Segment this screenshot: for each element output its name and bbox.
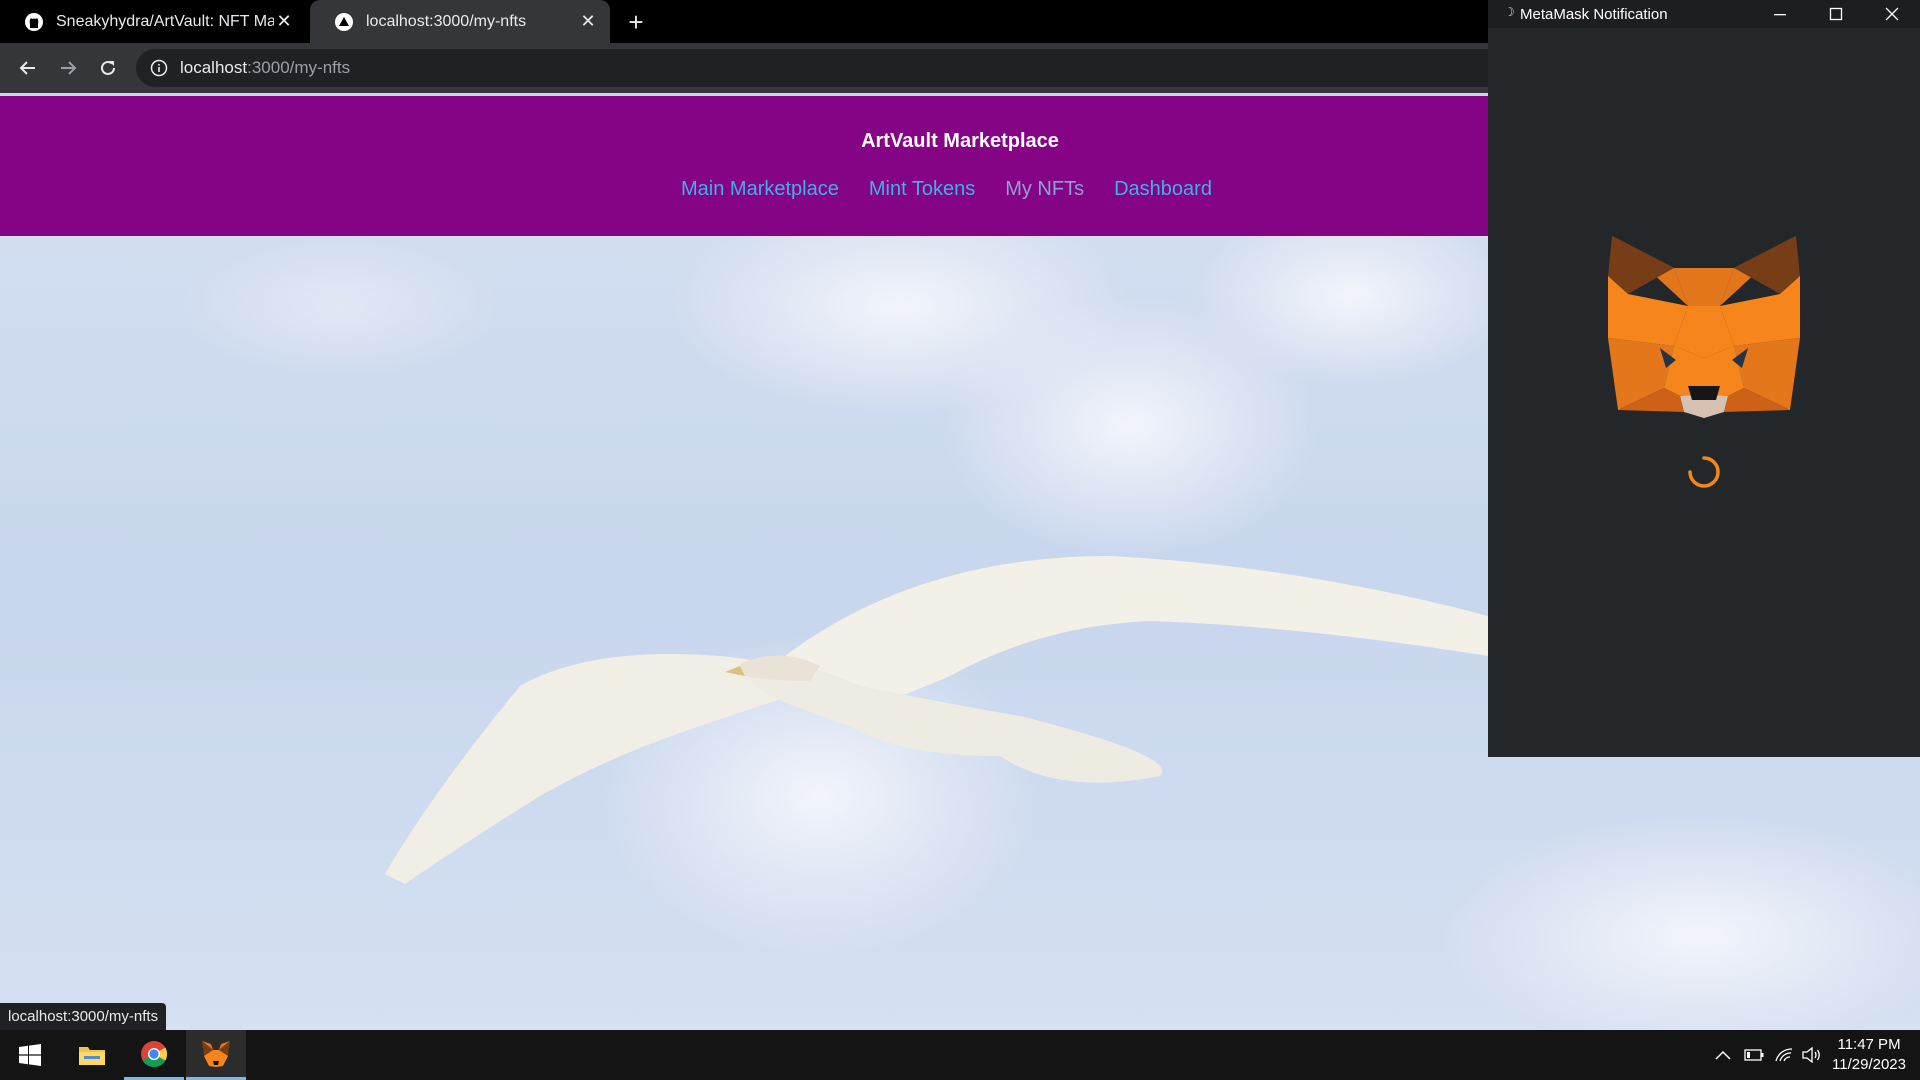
close-icon[interactable]: ✕ (274, 11, 294, 32)
clock-time: 11:47 PM (1837, 1036, 1901, 1053)
triangle-icon (334, 12, 354, 32)
close-icon (1885, 7, 1899, 21)
chevron-up-icon[interactable] (1712, 1044, 1734, 1066)
link-status-url: localhost:3000/my-nfts (0, 1003, 167, 1030)
metamask-notification-window: ☽ MetaMask Notification (1488, 0, 1920, 757)
maximize-button[interactable] (1808, 0, 1864, 28)
system-clock[interactable]: 11:47 PM 11/29/2023 (1832, 1035, 1906, 1075)
tab-my-nfts[interactable]: localhost:3000/my-nfts ✕ (310, 0, 610, 43)
tab-title: Sneakyhydra/ArtVault: NFT Mark (56, 12, 274, 30)
reload-icon (101, 60, 115, 75)
address-bar[interactable]: localhost:3000/my-nfts (136, 49, 1496, 87)
url-path: :3000/my-nfts (247, 58, 351, 77)
chrome-icon (141, 1040, 168, 1067)
start-button[interactable] (0, 1030, 60, 1080)
window-title: MetaMask Notification (1520, 5, 1668, 23)
windows-start-icon (19, 1044, 41, 1066)
close-icon[interactable]: ✕ (578, 11, 598, 32)
nav-main-marketplace[interactable]: Main Marketplace (681, 178, 839, 201)
arrow-left-icon (19, 61, 35, 75)
taskbar-file-explorer[interactable] (62, 1030, 122, 1080)
nav-my-nfts[interactable]: My NFTs (1005, 178, 1084, 201)
forward-button[interactable] (52, 52, 84, 84)
metamask-fox-icon (1608, 236, 1800, 418)
app-header: ArtVault Marketplace Main Marketplace Mi… (0, 96, 1488, 236)
taskbar-chrome[interactable] (124, 1030, 184, 1080)
maximize-icon (1829, 7, 1843, 21)
moon-icon: ☽ (1504, 5, 1515, 19)
browser-toolbar: localhost:3000/my-nfts (0, 43, 1496, 93)
metamask-icon (202, 1040, 230, 1067)
new-tab-button[interactable]: + (622, 7, 650, 37)
tab-title: localhost:3000/my-nfts (366, 12, 527, 30)
nav-mint-tokens[interactable]: Mint Tokens (869, 178, 975, 201)
windows-taskbar: 11:47 PM 11/29/2023 (0, 1030, 1920, 1080)
minimize-button[interactable] (1752, 0, 1808, 28)
app-nav: Main Marketplace Mint Tokens My NFTs Das… (681, 178, 1212, 201)
nav-dashboard[interactable]: Dashboard (1114, 178, 1212, 201)
volume-icon[interactable] (1801, 1044, 1823, 1066)
info-icon[interactable] (150, 59, 168, 77)
browser-tabstrip: Sneakyhydra/ArtVault: NFT Mark ✕ localho… (0, 0, 1488, 43)
file-explorer-icon (79, 1047, 105, 1065)
minimize-icon (1774, 14, 1786, 16)
arrow-right-icon (61, 61, 77, 75)
battery-icon[interactable] (1743, 1044, 1765, 1066)
window-titlebar: ☽ MetaMask Notification (1488, 0, 1920, 28)
wifi-icon[interactable] (1773, 1044, 1795, 1066)
back-button[interactable] (12, 52, 44, 84)
taskbar-metamask[interactable] (186, 1030, 246, 1080)
url-host: localhost (180, 58, 248, 77)
github-icon (24, 12, 44, 32)
loading-spinner-icon (1688, 456, 1720, 488)
tab-github[interactable]: Sneakyhydra/ArtVault: NFT Mark ✕ (0, 0, 306, 43)
close-button[interactable] (1864, 0, 1920, 28)
reload-button[interactable] (92, 52, 124, 84)
clock-date: 11/29/2023 (1832, 1056, 1906, 1073)
